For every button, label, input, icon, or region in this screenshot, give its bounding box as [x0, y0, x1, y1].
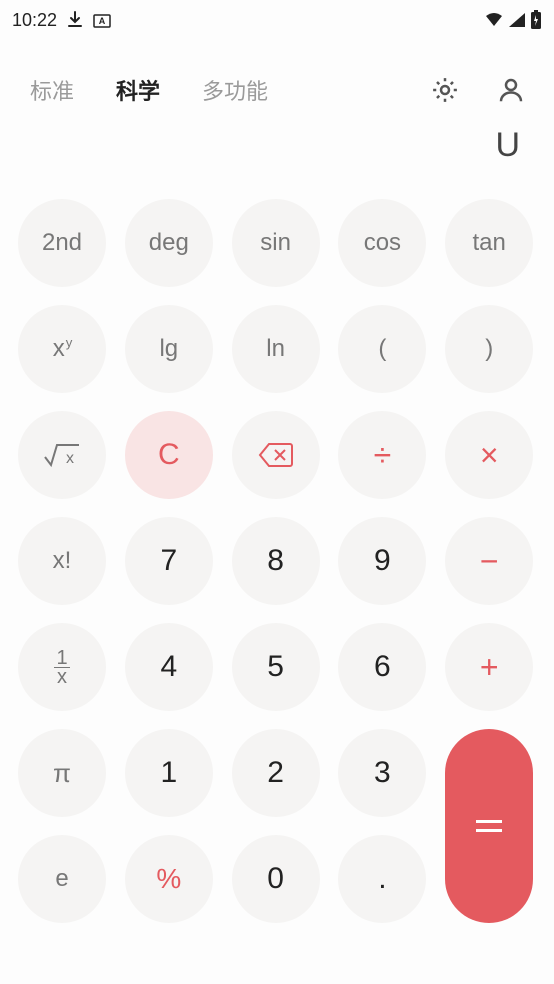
keypad: 2nd deg sin cos tan xy lg ln ( ) x C ÷ ×… [0, 181, 554, 941]
key-pi[interactable]: π [18, 729, 106, 817]
key-paren-open[interactable]: ( [338, 305, 426, 393]
svg-text:x: x [66, 450, 74, 467]
key-0[interactable]: 0 [232, 835, 320, 923]
user-icon[interactable] [496, 75, 526, 105]
key-5[interactable]: 5 [232, 623, 320, 711]
key-plus[interactable]: + [445, 623, 533, 711]
tab-standard[interactable]: 标准 [30, 74, 74, 106]
backspace-icon [258, 442, 294, 468]
equals-icon [476, 820, 502, 832]
key-cos[interactable]: cos [338, 199, 426, 287]
key-ln[interactable]: ln [232, 305, 320, 393]
download-icon [67, 11, 83, 29]
key-backspace[interactable] [232, 411, 320, 499]
key-tan[interactable]: tan [445, 199, 533, 287]
key-3[interactable]: 3 [338, 729, 426, 817]
calc-display: U [0, 126, 554, 181]
key-8[interactable]: 8 [232, 517, 320, 605]
battery-icon [530, 10, 542, 30]
key-decimal[interactable]: . [338, 835, 426, 923]
tab-scientific[interactable]: 科学 [116, 74, 160, 106]
display-value: U [495, 126, 520, 165]
header: 标准 科学 多功能 [0, 40, 554, 126]
key-divide[interactable]: ÷ [338, 411, 426, 499]
key-power[interactable]: xy [18, 305, 106, 393]
key-sin[interactable]: sin [232, 199, 320, 287]
cellular-icon [508, 12, 526, 28]
key-deg[interactable]: deg [125, 199, 213, 287]
key-2[interactable]: 2 [232, 729, 320, 817]
key-reciprocal[interactable]: 1x [18, 623, 106, 711]
key-1[interactable]: 1 [125, 729, 213, 817]
svg-text:A: A [99, 16, 106, 26]
status-time: 10:22 [12, 10, 57, 31]
key-sqrt[interactable]: x [18, 411, 106, 499]
key-6[interactable]: 6 [338, 623, 426, 711]
status-bar: 10:22 A [0, 0, 554, 40]
key-lg[interactable]: lg [125, 305, 213, 393]
key-factorial[interactable]: x! [18, 517, 106, 605]
key-7[interactable]: 7 [125, 517, 213, 605]
tab-multi[interactable]: 多功能 [202, 74, 268, 106]
key-paren-close[interactable]: ) [445, 305, 533, 393]
key-clear[interactable]: C [125, 411, 213, 499]
key-4[interactable]: 4 [125, 623, 213, 711]
key-2nd[interactable]: 2nd [18, 199, 106, 287]
key-e[interactable]: e [18, 835, 106, 923]
key-9[interactable]: 9 [338, 517, 426, 605]
gear-icon[interactable] [430, 75, 460, 105]
mode-tabs: 标准 科学 多功能 [30, 74, 430, 106]
key-multiply[interactable]: × [445, 411, 533, 499]
key-equals[interactable] [445, 729, 533, 923]
wifi-icon [484, 12, 504, 28]
keyboard-icon: A [93, 12, 111, 28]
key-percent[interactable]: % [125, 835, 213, 923]
key-minus[interactable]: − [445, 517, 533, 605]
